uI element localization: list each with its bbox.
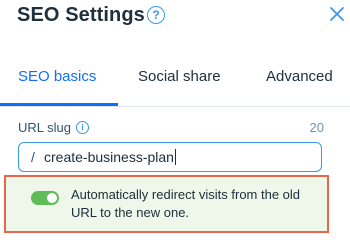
active-tab-indicator (0, 103, 118, 106)
close-icon[interactable] (329, 6, 345, 22)
help-icon[interactable]: ? (147, 6, 165, 24)
redirect-option-box: Automatically redirect visits from the o… (4, 175, 329, 233)
redirect-description: Automatically redirect visits from the o… (71, 187, 301, 220)
url-slug-label: URL slug (18, 120, 71, 135)
toggle-knob (47, 193, 57, 203)
slug-value: create-business-plan (44, 149, 174, 165)
tab-seo-basics[interactable]: SEO basics (18, 68, 96, 85)
url-slug-input[interactable]: / create-business-plan (18, 142, 322, 172)
slug-value-wrapper: create-business-plan (44, 149, 176, 165)
redirect-toggle[interactable] (31, 191, 59, 205)
text-caret (174, 149, 176, 165)
tab-social-share[interactable]: Social share (138, 68, 221, 85)
info-icon[interactable]: i (76, 121, 89, 134)
tab-bar: SEO basics Social share Advanced (0, 54, 350, 107)
panel-header: SEO Settings ? (0, 0, 350, 44)
character-count: 20 (309, 120, 324, 135)
tab-advanced[interactable]: Advanced (266, 68, 333, 85)
panel-title: SEO Settings (17, 4, 145, 26)
slug-prefix: / (31, 149, 35, 165)
